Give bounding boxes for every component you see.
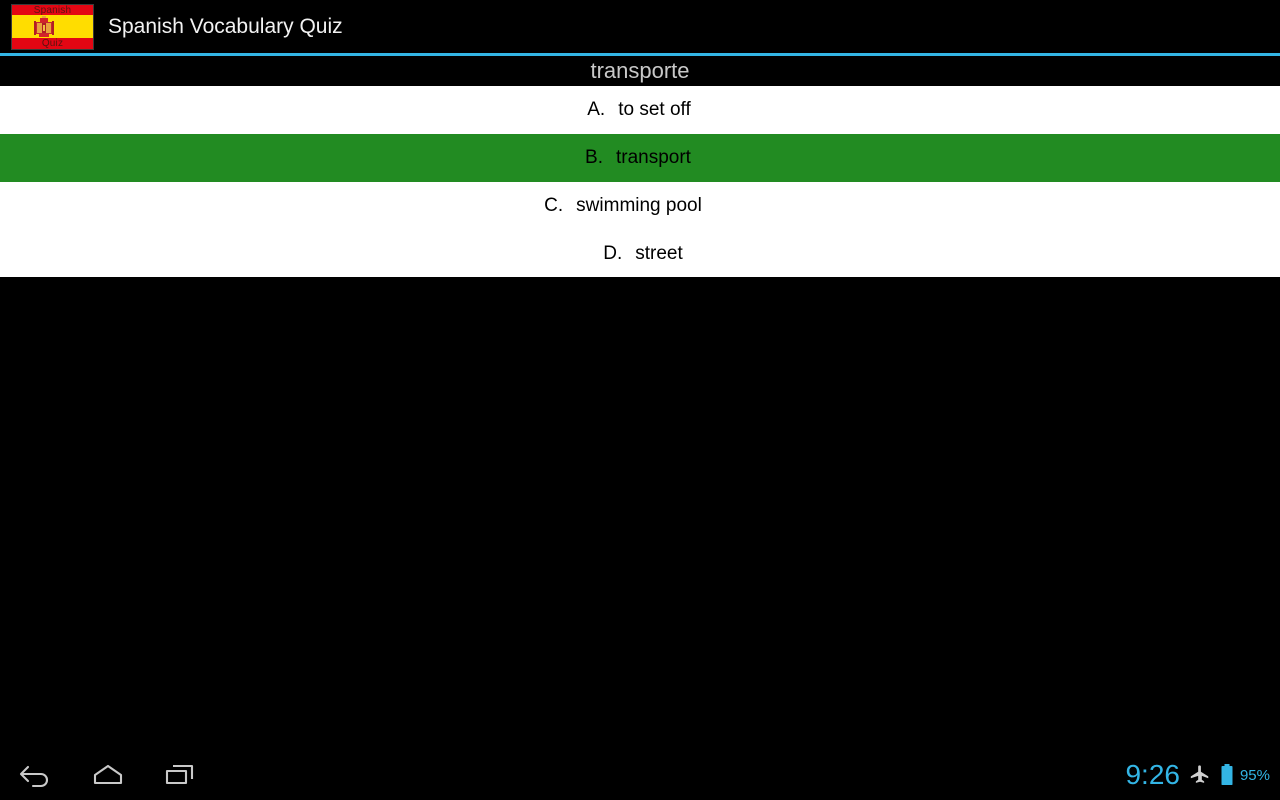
- answer-option-c[interactable]: C. swimming pool: [0, 182, 1280, 230]
- nav-key-group: [0, 750, 216, 800]
- answer-options-list: A. to set off B. transport C. swimming p…: [0, 86, 1280, 278]
- answer-letter-a: A.: [587, 99, 606, 120]
- recent-apps-icon: [164, 762, 196, 788]
- answer-letter-b: B.: [585, 147, 603, 168]
- answer-option-a[interactable]: A. to set off: [0, 86, 1280, 134]
- answer-text-a: to set off: [618, 99, 691, 120]
- answer-text-c: swimming pool: [576, 195, 702, 216]
- question-word: transporte: [590, 58, 690, 83]
- back-arrow-icon: [19, 762, 53, 788]
- answer-text-b: transport: [615, 147, 691, 168]
- status-clock: 9:26: [1125, 759, 1180, 790]
- answer-option-b[interactable]: B. transport: [0, 134, 1280, 182]
- status-indicators: 9:26 95%: [1125, 750, 1270, 800]
- battery-icon: [1220, 763, 1234, 787]
- recent-apps-button[interactable]: [144, 750, 216, 800]
- flag-icon-top-label: Spanish: [33, 4, 72, 16]
- home-icon: [90, 762, 126, 788]
- system-navigation-bar: 9:26 95%: [0, 750, 1280, 800]
- airplane-mode-icon: [1189, 764, 1211, 786]
- app-title: Spanish Vocabulary Quiz: [108, 15, 343, 38]
- app-action-bar: Spanish Quiz Spanish Vocabulary Quiz: [0, 0, 1280, 53]
- answer-text-d: street: [635, 243, 683, 264]
- question-bar: transporte: [0, 56, 1280, 86]
- coat-of-arms-icon: [34, 16, 55, 38]
- home-button[interactable]: [72, 750, 144, 800]
- answer-option-d[interactable]: D. street: [0, 230, 1280, 278]
- spanish-flag-quiz-icon[interactable]: Spanish Quiz: [11, 3, 94, 50]
- back-button[interactable]: [0, 750, 72, 800]
- battery-percent-label: 95%: [1239, 766, 1270, 784]
- empty-content-area: [0, 277, 1280, 750]
- flag-icon-bottom-label: Quiz: [41, 37, 64, 49]
- answer-letter-c: C.: [544, 195, 564, 216]
- answer-letter-d: D.: [603, 243, 623, 264]
